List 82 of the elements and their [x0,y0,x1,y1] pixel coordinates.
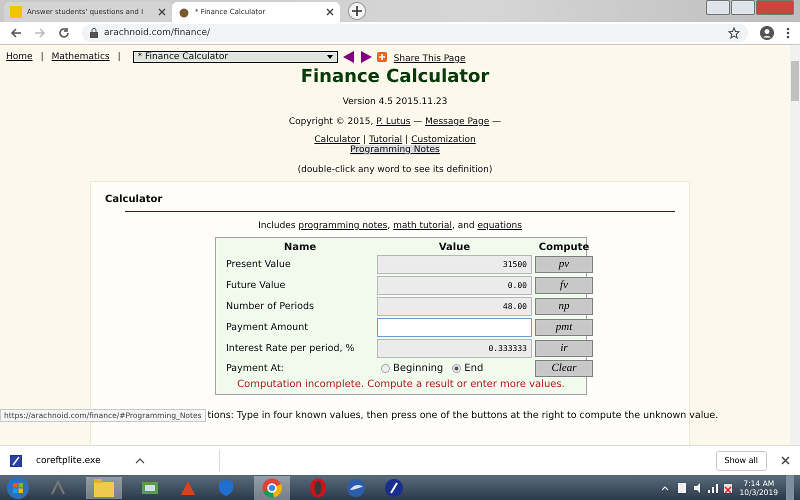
lock-icon [90,28,98,38]
doc-link[interactable]: equations [478,220,522,231]
comma: , [387,220,390,231]
instructions-text: tions: Type in four known values, then press one of the buttons at the right to compute the unknown value. [208,410,718,421]
compute-button[interactable]: fv [535,276,593,294]
value-field[interactable]: 31500 [377,254,532,274]
value-field[interactable]: 0.333333 [377,338,532,358]
copyright-text: Copyright © 2015, [288,116,374,127]
section-link[interactable]: Customization [411,134,476,145]
and-text: and [458,220,475,231]
back-icon[interactable] [10,26,22,39]
reload-icon[interactable] [58,26,70,39]
section-heading: Calculator [105,194,164,205]
status-message: Computation incomplete. Compute a result or enter more values. [236,378,566,390]
file-icon [10,454,22,467]
radio-button[interactable] [381,364,390,373]
field-label: Interest Rate per period, % [226,342,356,354]
new-tab-icon[interactable] [348,2,366,20]
page-icon [10,6,22,18]
page-title: Finance Calculator [300,66,490,87]
comma: , [452,220,455,231]
radio-label[interactable]: End [464,362,484,374]
close-icon[interactable] [326,8,334,16]
scrollbar[interactable] [790,44,800,446]
version-text: Version 4.5 2015.11.23 [342,96,448,107]
compute-button[interactable]: pv [535,256,593,273]
section-link[interactable]: Tutorial [369,134,402,145]
plus-icon[interactable] [376,52,387,62]
download-file[interactable]: coreftplite.exe [36,456,101,466]
section-link[interactable]: Programming Notes [350,144,440,155]
compute-button[interactable]: ir [535,340,593,357]
account-icon[interactable] [760,26,774,40]
doc-link[interactable]: math tutorial [393,220,452,231]
menu-icon[interactable] [786,26,790,39]
author-link[interactable]: P. Lutus [376,116,410,127]
value-field[interactable] [377,318,532,337]
hint-text: (double-click any word to see its definition) [296,164,494,175]
start-icon[interactable] [6,476,30,500]
close-icon[interactable] [158,8,166,16]
compute-button[interactable]: np [535,298,593,315]
next-icon[interactable] [360,51,372,64]
window-controls-drawing[interactable] [706,0,794,15]
share-link[interactable]: Share This Page [394,54,466,64]
column-header: Compute [538,242,590,253]
clear-button[interactable]: Clear [535,360,593,377]
dash: — [413,116,422,127]
separator: | [363,134,366,145]
dash: — [492,116,502,127]
chrome-icon[interactable] [262,478,282,498]
tray-icons-drawing[interactable] [662,482,732,494]
radio-button[interactable] [452,364,462,373]
message-page-link[interactable]: Message Page [425,116,490,127]
value-field[interactable]: 48.00 [377,296,532,316]
doc-link[interactable]: programming notes [298,220,388,231]
previous-icon[interactable] [342,51,355,64]
field-label: Number of Periods [226,300,315,312]
separator: | [118,52,121,62]
compute-button[interactable]: pmt [535,318,593,336]
bird-icon[interactable] [346,478,366,498]
column-header: Name [282,242,318,253]
includes-text: Includes [258,220,296,231]
show-all-button[interactable]: Show all [716,450,767,471]
radio-label[interactable]: Beginning [393,362,444,374]
page-select[interactable]: * Finance Calculator [132,51,338,64]
separator: | [405,134,408,145]
caret-icon[interactable] [134,458,145,464]
page-icon [178,6,190,18]
separator: | [40,52,44,62]
app-icon[interactable] [384,478,404,498]
dropdown-icon [326,55,333,60]
field-label: Payment Amount [226,322,309,333]
field-label: Future Value [226,280,286,291]
column-header: Value [438,242,472,253]
close-icon[interactable] [781,456,790,466]
section-link[interactable]: Calculator [314,134,360,145]
field-label: Present Value [226,258,292,270]
address-field[interactable]: arachnoid.com/finance/ [82,24,748,42]
field-label: Payment At: [226,362,285,374]
value-field[interactable]: 0.00 [377,276,532,295]
nav-link[interactable]: Mathematics [52,52,110,62]
nav-link[interactable]: Home [6,52,33,62]
star-icon[interactable] [728,26,740,39]
